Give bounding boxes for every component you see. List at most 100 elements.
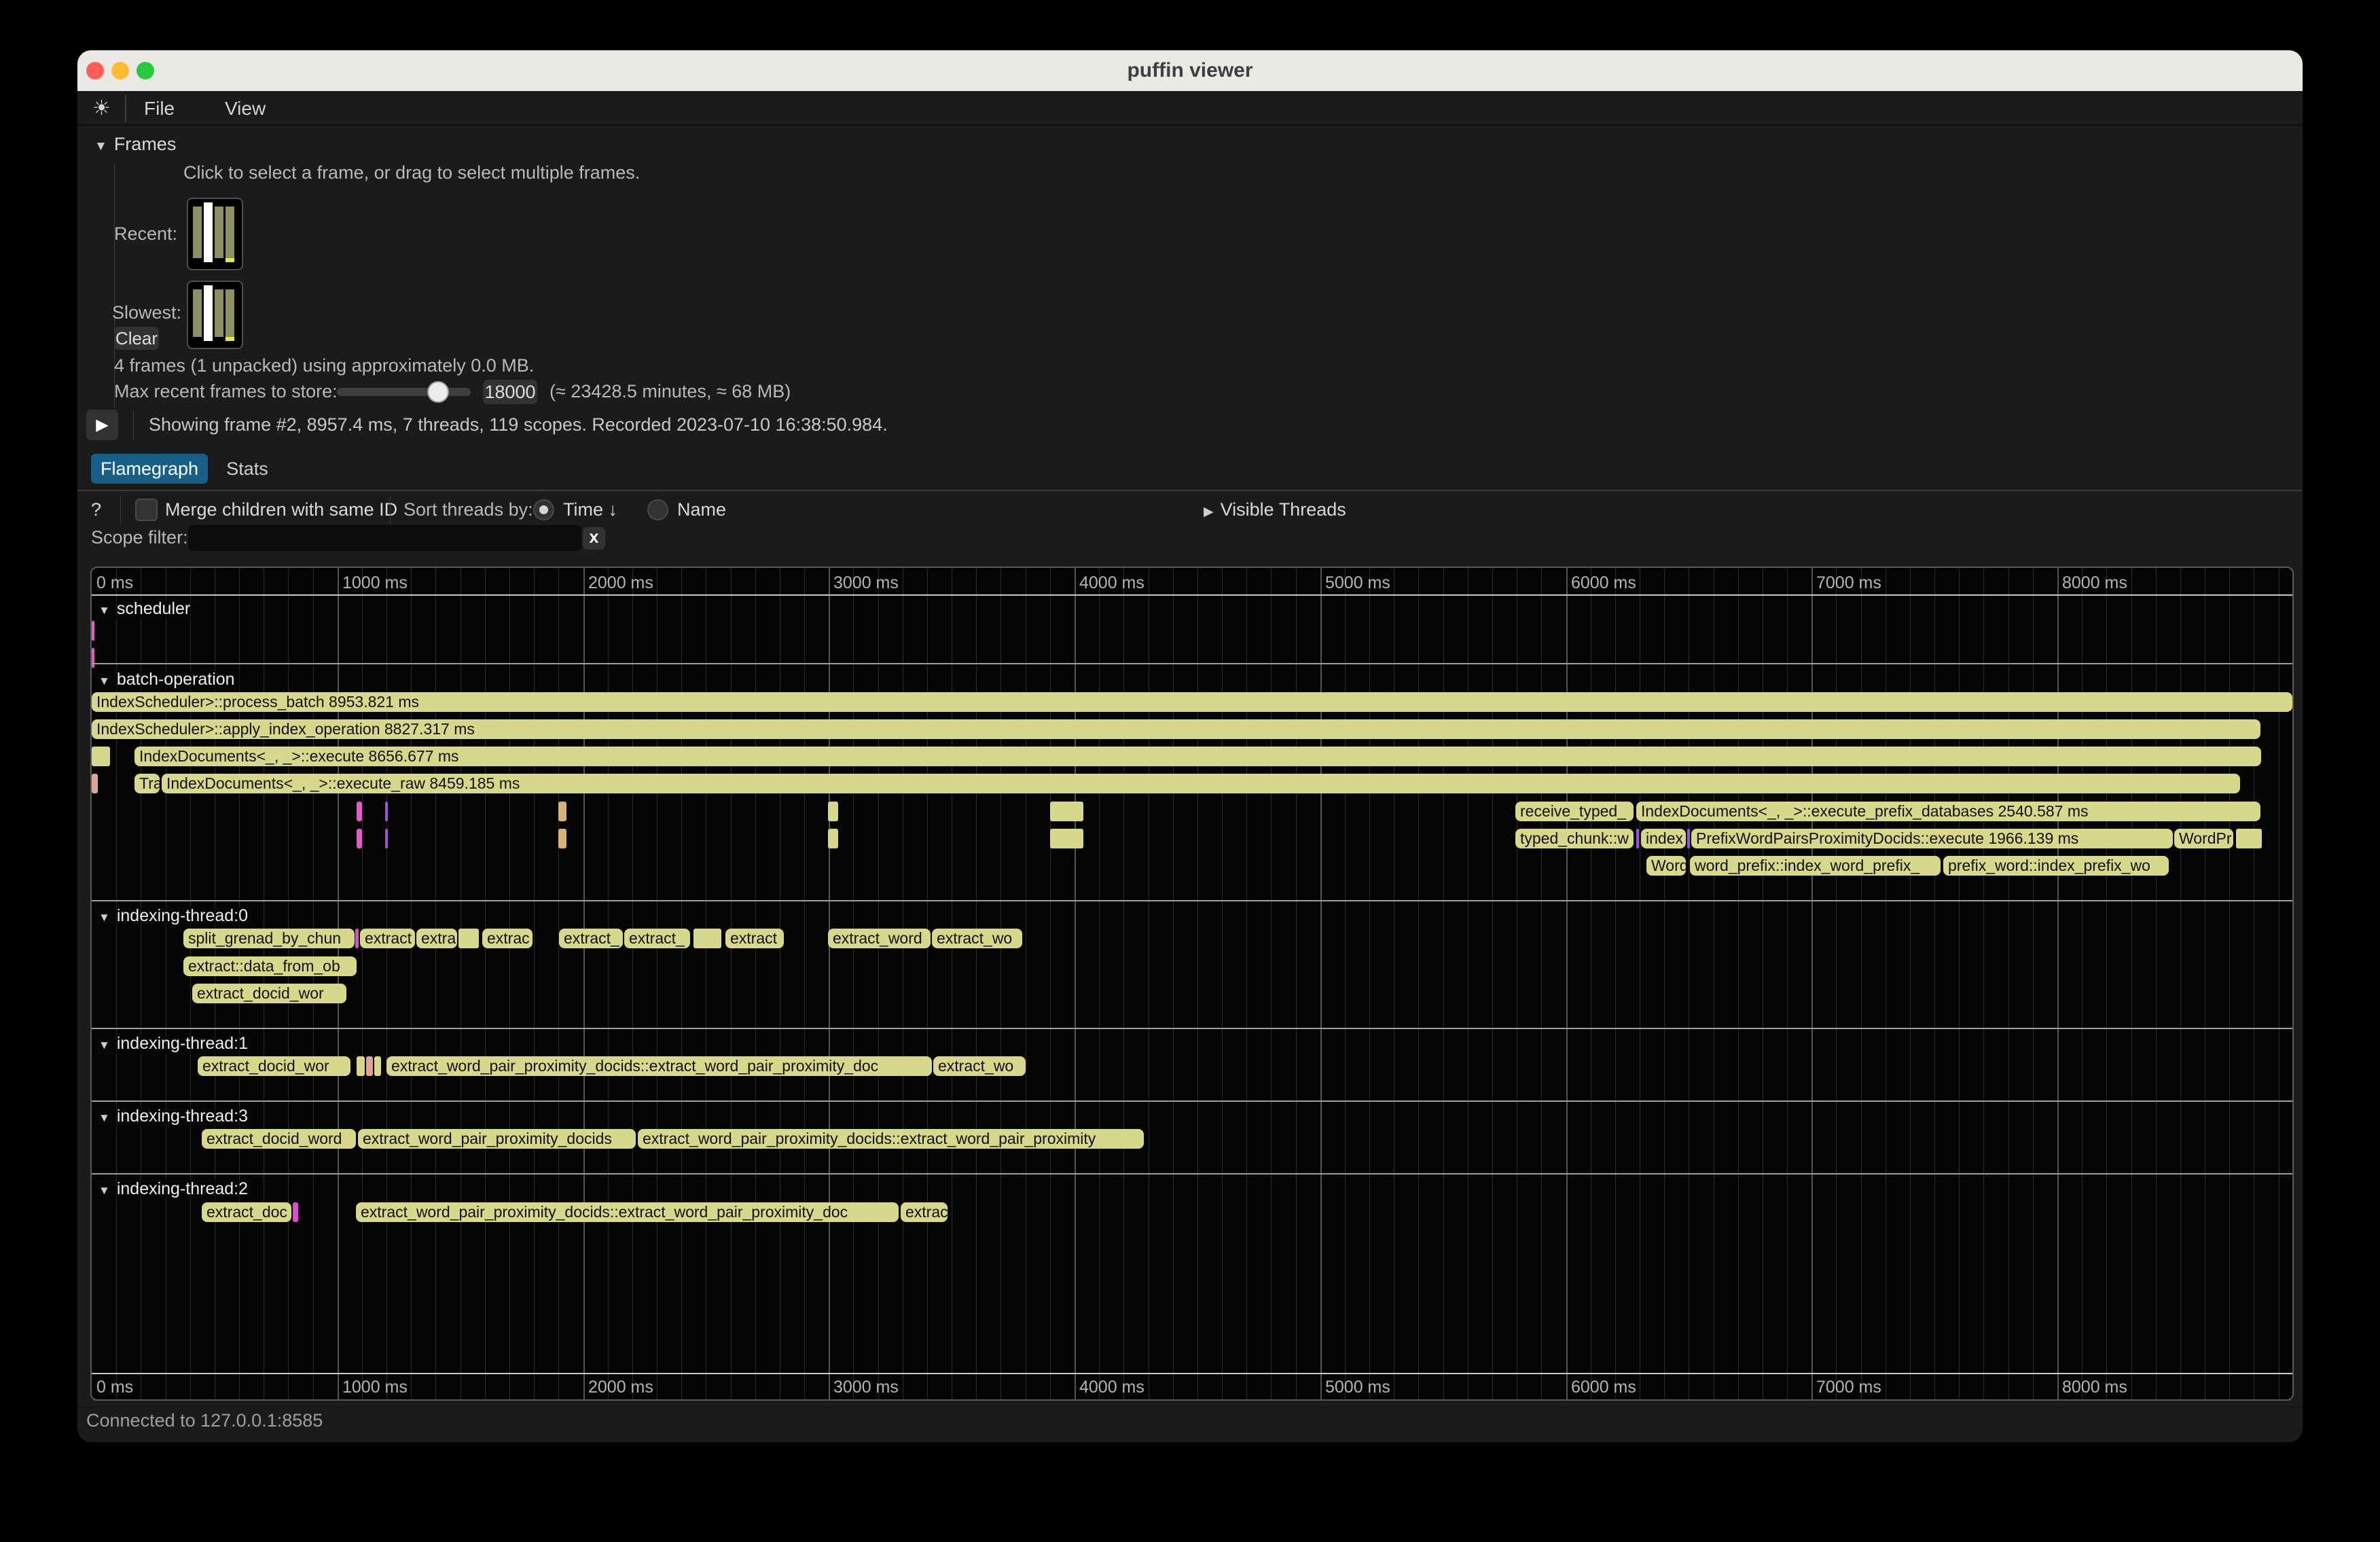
- tabs-separator: [77, 490, 2303, 491]
- thread-header-indexing-thread-0[interactable]: ▼indexing-thread:0: [94, 906, 253, 927]
- scope-bar[interactable]: extract_wo: [932, 929, 1022, 948]
- scope-bar[interactable]: split_grenad_by_chun: [183, 929, 355, 948]
- scope-bar[interactable]: [357, 829, 362, 848]
- scope-bar[interactable]: [385, 829, 388, 848]
- thread-header-indexing-thread-3[interactable]: ▼indexing-thread:3: [94, 1107, 253, 1128]
- clear-button[interactable]: Clear: [114, 327, 159, 350]
- scope-bar[interactable]: extract: [725, 929, 784, 948]
- sort-threads-label: Sort threads by:: [403, 499, 533, 520]
- scope-bar[interactable]: WordPr: [2174, 829, 2233, 848]
- recent-label: Recent:: [114, 223, 177, 245]
- scope-bar[interactable]: extract_word: [828, 929, 931, 948]
- visible-threads-toggle[interactable]: ▶Visible Threads: [1204, 499, 1346, 520]
- thread-header-scheduler[interactable]: ▼scheduler: [94, 599, 196, 620]
- scope-bar[interactable]: [2236, 829, 2262, 848]
- scope-bar[interactable]: [558, 829, 566, 848]
- menu-item-file[interactable]: File: [144, 91, 175, 126]
- scope-bar[interactable]: extract::data_from_ob: [183, 956, 357, 976]
- scope-bar[interactable]: extract_docid_wor: [198, 1056, 350, 1076]
- scope-bar[interactable]: [828, 802, 838, 821]
- scope-bar[interactable]: [1636, 829, 1639, 848]
- recent-frame-thumbnail[interactable]: [187, 198, 243, 270]
- scope-bar[interactable]: extract_: [559, 929, 623, 948]
- scope-bar[interactable]: extract_doc: [202, 1202, 291, 1222]
- scope-bar[interactable]: [458, 929, 479, 948]
- frame-bar-tip: [226, 258, 234, 262]
- scope-bar[interactable]: IndexScheduler>::apply_index_operation 8…: [92, 719, 2260, 739]
- scope-bar[interactable]: [1050, 802, 1083, 821]
- radio-time[interactable]: [533, 499, 554, 520]
- merge-children-checkbox[interactable]: [135, 499, 158, 521]
- scope-bar[interactable]: word_prefix::index_word_prefix_: [1690, 856, 1941, 876]
- scope-bar[interactable]: extrac: [901, 1202, 948, 1222]
- axis-tick-label: 1000 ms: [342, 1378, 408, 1397]
- frame-bar: [226, 207, 234, 258]
- scope-bar[interactable]: [1050, 829, 1083, 848]
- collapse-icon: ▼: [98, 1039, 110, 1052]
- thread-divider: [92, 663, 2292, 664]
- axis-tick-label: 6000 ms: [1571, 573, 1636, 593]
- scope-bar[interactable]: extrac: [482, 929, 533, 948]
- scope-bar[interactable]: prefix_word::index_prefix_wo: [1943, 856, 2169, 876]
- scope-bar[interactable]: [92, 621, 94, 641]
- scope-bar[interactable]: index: [1641, 829, 1686, 848]
- scope-bar[interactable]: extra: [416, 929, 457, 948]
- slowest-frame-thumbnail[interactable]: [187, 281, 243, 349]
- play-button[interactable]: ▶: [86, 410, 118, 440]
- max-frames-value[interactable]: 18000: [483, 380, 537, 404]
- scope-bar[interactable]: IndexDocuments<_, _>::execute_raw 8459.1…: [162, 774, 2240, 793]
- scope-bar[interactable]: Trans: [134, 774, 160, 793]
- radio-name[interactable]: [647, 499, 668, 520]
- flamegraph-panel[interactable]: 0 ms0 ms1000 ms1000 ms2000 ms2000 ms3000…: [90, 567, 2294, 1401]
- help-button[interactable]: ?: [91, 499, 101, 520]
- max-frames-label: Max recent frames to store:: [114, 381, 338, 402]
- thread-header-indexing-thread-1[interactable]: ▼indexing-thread:1: [94, 1034, 253, 1055]
- thread-header-batch-operation[interactable]: ▼batch-operation: [94, 670, 240, 691]
- tab-stats[interactable]: Stats: [217, 454, 277, 484]
- scope-bar[interactable]: [558, 802, 566, 821]
- scope-bar[interactable]: PrefixWordPairsProximityDocids::execute …: [1691, 829, 2173, 848]
- scope-bar[interactable]: extract_docid_word: [202, 1129, 356, 1149]
- scope-bar[interactable]: [366, 1056, 373, 1076]
- scope-bar[interactable]: [357, 1056, 365, 1076]
- scope-bar[interactable]: extract_word_pair_proximity_docids::extr…: [356, 1202, 899, 1222]
- slider-knob[interactable]: [427, 381, 449, 403]
- scope-bar[interactable]: [374, 1056, 381, 1076]
- scope-bar[interactable]: IndexDocuments<_, _>::execute_prefix_dat…: [1636, 802, 2260, 821]
- scope-bar[interactable]: receive_typed_: [1515, 802, 1634, 821]
- scope-bar[interactable]: IndexScheduler>::process_batch 8953.821 …: [92, 692, 2292, 712]
- scope-bar[interactable]: extract_wo: [933, 1056, 1026, 1076]
- max-frames-slider[interactable]: [337, 388, 471, 396]
- scope-bar[interactable]: [293, 1202, 298, 1222]
- tab-flamegraph[interactable]: Flamegraph: [91, 454, 208, 484]
- scope-bar[interactable]: [355, 929, 359, 948]
- scope-bar[interactable]: extract_word_pair_proximity_docids::extr…: [638, 1129, 1144, 1149]
- scope-filter-label: Scope filter:: [91, 527, 188, 548]
- scope-bar[interactable]: extract_word_pair_proximity_docids::extr…: [386, 1056, 932, 1076]
- axis-tick-label: 3000 ms: [833, 573, 899, 593]
- radio-dot: [539, 505, 548, 514]
- scope-bar[interactable]: [1687, 829, 1690, 848]
- scope-bar[interactable]: Word: [1646, 856, 1686, 876]
- scope-filter-input[interactable]: [188, 525, 581, 551]
- clear-filter-button[interactable]: x: [583, 527, 605, 550]
- scope-bar[interactable]: extract: [360, 929, 415, 948]
- scope-bar[interactable]: [357, 802, 362, 821]
- frames-section-header[interactable]: ▼Frames: [94, 134, 176, 155]
- collapse-icon: ▼: [98, 675, 110, 687]
- scope-bar[interactable]: extract_word_pair_proximity_docids: [358, 1129, 636, 1149]
- scope-bar[interactable]: [92, 774, 98, 793]
- scope-bar[interactable]: IndexDocuments<_, _>::execute 8656.677 m…: [134, 747, 2261, 766]
- scope-bar[interactable]: [92, 747, 110, 766]
- theme-toggle-icon[interactable]: ☀: [92, 91, 111, 126]
- scope-bar[interactable]: [385, 802, 388, 821]
- scope-bar[interactable]: [693, 929, 721, 948]
- scope-bar[interactable]: [92, 648, 94, 668]
- frames-summary: 4 frames (1 unpacked) using approximatel…: [114, 355, 534, 376]
- scope-bar[interactable]: [828, 829, 838, 848]
- scope-bar[interactable]: extract_: [624, 929, 690, 948]
- thread-header-indexing-thread-2[interactable]: ▼indexing-thread:2: [94, 1179, 253, 1200]
- scope-bar[interactable]: extract_docid_wor: [192, 984, 346, 1003]
- menu-item-view[interactable]: View: [225, 91, 266, 126]
- scope-bar[interactable]: typed_chunk::w: [1515, 829, 1634, 848]
